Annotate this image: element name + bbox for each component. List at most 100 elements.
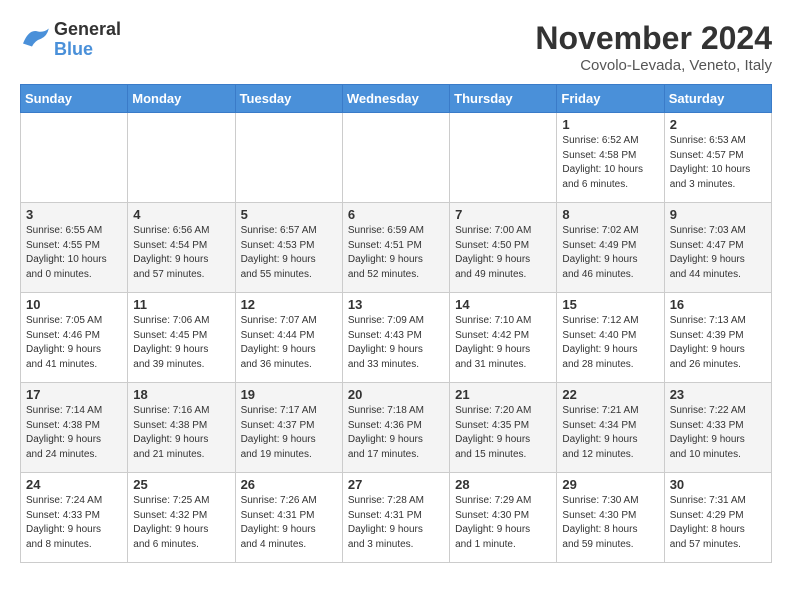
day-info: Sunrise: 7:26 AM Sunset: 4:31 PM Dayligh… bbox=[241, 494, 337, 552]
day-info: Sunrise: 7:28 AM Sunset: 4:31 PM Dayligh… bbox=[348, 494, 444, 552]
day-info: Sunrise: 7:05 AM Sunset: 4:46 PM Dayligh… bbox=[26, 314, 122, 372]
day-number: 22 bbox=[562, 387, 658, 402]
logo-bird-icon bbox=[20, 25, 50, 50]
day-info: Sunrise: 6:53 AM Sunset: 4:57 PM Dayligh… bbox=[670, 134, 766, 192]
day-info: Sunrise: 7:17 AM Sunset: 4:37 PM Dayligh… bbox=[241, 404, 337, 462]
day-info: Sunrise: 7:00 AM Sunset: 4:50 PM Dayligh… bbox=[455, 224, 551, 282]
weekday-header-monday: Monday bbox=[128, 85, 235, 113]
logo-text: General Blue bbox=[54, 20, 121, 60]
day-info: Sunrise: 6:55 AM Sunset: 4:55 PM Dayligh… bbox=[26, 224, 122, 282]
logo: General Blue bbox=[20, 20, 121, 60]
day-number: 4 bbox=[133, 207, 229, 222]
day-info: Sunrise: 7:25 AM Sunset: 4:32 PM Dayligh… bbox=[133, 494, 229, 552]
weekday-header-thursday: Thursday bbox=[450, 85, 557, 113]
weekday-header-saturday: Saturday bbox=[664, 85, 771, 113]
day-info: Sunrise: 7:06 AM Sunset: 4:45 PM Dayligh… bbox=[133, 314, 229, 372]
day-info: Sunrise: 7:29 AM Sunset: 4:30 PM Dayligh… bbox=[455, 494, 551, 552]
day-number: 5 bbox=[241, 207, 337, 222]
day-info: Sunrise: 7:12 AM Sunset: 4:40 PM Dayligh… bbox=[562, 314, 658, 372]
calendar-day-4: 4 Sunrise: 6:56 AM Sunset: 4:54 PM Daylig… bbox=[128, 203, 235, 293]
day-number: 6 bbox=[348, 207, 444, 222]
day-info: Sunrise: 6:59 AM Sunset: 4:51 PM Dayligh… bbox=[348, 224, 444, 282]
day-number: 21 bbox=[455, 387, 551, 402]
calendar-week-row: 17Sunrise: 7:14 AM Sunset: 4:38 PM Dayli… bbox=[21, 383, 772, 473]
calendar-day-8: 8 Sunrise: 7:02 AM Sunset: 4:49 PM Daylig… bbox=[557, 203, 664, 293]
day-number: 25 bbox=[133, 477, 229, 492]
calendar-day-28: 28 Sunrise: 7:29 AM Sunset: 4:30 PM Dayli… bbox=[450, 473, 557, 563]
calendar-day-20: 20 Sunrise: 7:18 AM Sunset: 4:36 PM Dayli… bbox=[342, 383, 449, 473]
calendar-day-19: 19 Sunrise: 7:17 AM Sunset: 4:37 PM Dayli… bbox=[235, 383, 342, 473]
calendar-day-empty bbox=[450, 113, 557, 203]
day-number: 11 bbox=[133, 297, 229, 312]
calendar-day-9: 9Sunrise: 7:03 AM Sunset: 4:47 PM Daylig… bbox=[664, 203, 771, 293]
day-number: 30 bbox=[670, 477, 766, 492]
calendar-day-14: 14Sunrise: 7:10 AM Sunset: 4:42 PM Dayli… bbox=[450, 293, 557, 383]
calendar-day-empty bbox=[235, 113, 342, 203]
calendar-day-10: 10 Sunrise: 7:05 AM Sunset: 4:46 PM Dayli… bbox=[21, 293, 128, 383]
day-number: 14 bbox=[455, 297, 551, 312]
calendar-week-row: 3 Sunrise: 6:55 AM Sunset: 4:55 PM Daylig… bbox=[21, 203, 772, 293]
calendar-day-6: 6 Sunrise: 6:59 AM Sunset: 4:51 PM Daylig… bbox=[342, 203, 449, 293]
day-info: Sunrise: 6:57 AM Sunset: 4:53 PM Dayligh… bbox=[241, 224, 337, 282]
calendar-day-5: 5 Sunrise: 6:57 AM Sunset: 4:53 PM Daylig… bbox=[235, 203, 342, 293]
calendar-day-13: 13 Sunrise: 7:09 AM Sunset: 4:43 PM Dayli… bbox=[342, 293, 449, 383]
calendar-day-7: 7 Sunrise: 7:00 AM Sunset: 4:50 PM Daylig… bbox=[450, 203, 557, 293]
calendar-day-23: 23Sunrise: 7:22 AM Sunset: 4:33 PM Dayli… bbox=[664, 383, 771, 473]
day-number: 24 bbox=[26, 477, 122, 492]
day-number: 16 bbox=[670, 297, 766, 312]
day-info: Sunrise: 7:18 AM Sunset: 4:36 PM Dayligh… bbox=[348, 404, 444, 462]
day-number: 29 bbox=[562, 477, 658, 492]
day-number: 10 bbox=[26, 297, 122, 312]
day-info: Sunrise: 7:02 AM Sunset: 4:49 PM Dayligh… bbox=[562, 224, 658, 282]
calendar-day-empty bbox=[21, 113, 128, 203]
day-number: 8 bbox=[562, 207, 658, 222]
day-info: Sunrise: 7:20 AM Sunset: 4:35 PM Dayligh… bbox=[455, 404, 551, 462]
day-info: Sunrise: 7:31 AM Sunset: 4:29 PM Dayligh… bbox=[670, 494, 766, 552]
day-number: 18 bbox=[133, 387, 229, 402]
calendar-day-29: 29 Sunrise: 7:30 AM Sunset: 4:30 PM Dayli… bbox=[557, 473, 664, 563]
weekday-header-sunday: Sunday bbox=[21, 85, 128, 113]
day-number: 1 bbox=[562, 117, 658, 132]
calendar-day-21: 21 Sunrise: 7:20 AM Sunset: 4:35 PM Dayli… bbox=[450, 383, 557, 473]
day-number: 13 bbox=[348, 297, 444, 312]
day-info: Sunrise: 7:24 AM Sunset: 4:33 PM Dayligh… bbox=[26, 494, 122, 552]
calendar-week-row: 1 Sunrise: 6:52 AM Sunset: 4:58 PM Daylig… bbox=[21, 113, 772, 203]
day-info: Sunrise: 6:52 AM Sunset: 4:58 PM Dayligh… bbox=[562, 134, 658, 192]
day-number: 17 bbox=[26, 387, 122, 402]
calendar-day-15: 15 Sunrise: 7:12 AM Sunset: 4:40 PM Dayli… bbox=[557, 293, 664, 383]
day-info: Sunrise: 6:56 AM Sunset: 4:54 PM Dayligh… bbox=[133, 224, 229, 282]
day-number: 28 bbox=[455, 477, 551, 492]
day-info: Sunrise: 7:22 AM Sunset: 4:33 PM Dayligh… bbox=[670, 404, 766, 462]
weekday-header-row: SundayMondayTuesdayWednesdayThursdayFrid… bbox=[21, 85, 772, 113]
day-number: 27 bbox=[348, 477, 444, 492]
day-info: Sunrise: 7:13 AM Sunset: 4:39 PM Dayligh… bbox=[670, 314, 766, 372]
day-info: Sunrise: 7:09 AM Sunset: 4:43 PM Dayligh… bbox=[348, 314, 444, 372]
day-info: Sunrise: 7:30 AM Sunset: 4:30 PM Dayligh… bbox=[562, 494, 658, 552]
day-info: Sunrise: 7:03 AM Sunset: 4:47 PM Dayligh… bbox=[670, 224, 766, 282]
calendar-table: SundayMondayTuesdayWednesdayThursdayFrid… bbox=[20, 84, 772, 563]
day-info: Sunrise: 7:07 AM Sunset: 4:44 PM Dayligh… bbox=[241, 314, 337, 372]
calendar-week-row: 10 Sunrise: 7:05 AM Sunset: 4:46 PM Dayli… bbox=[21, 293, 772, 383]
day-number: 15 bbox=[562, 297, 658, 312]
day-number: 7 bbox=[455, 207, 551, 222]
day-number: 19 bbox=[241, 387, 337, 402]
day-number: 3 bbox=[26, 207, 122, 222]
day-number: 12 bbox=[241, 297, 337, 312]
day-number: 2 bbox=[670, 117, 766, 132]
title-block: November 2024 Covolo-Levada, Veneto, Ita… bbox=[535, 20, 772, 74]
month-title: November 2024 bbox=[535, 20, 772, 57]
calendar-day-25: 25 Sunrise: 7:25 AM Sunset: 4:32 PM Dayli… bbox=[128, 473, 235, 563]
calendar-day-empty bbox=[128, 113, 235, 203]
calendar-day-16: 16 Sunrise: 7:13 AM Sunset: 4:39 PM Dayli… bbox=[664, 293, 771, 383]
weekday-header-tuesday: Tuesday bbox=[235, 85, 342, 113]
calendar-day-empty bbox=[342, 113, 449, 203]
calendar-day-24: 24 Sunrise: 7:24 AM Sunset: 4:33 PM Dayli… bbox=[21, 473, 128, 563]
location: Covolo-Levada, Veneto, Italy bbox=[535, 57, 772, 74]
calendar-day-2: 2 Sunrise: 6:53 AM Sunset: 4:57 PM Daylig… bbox=[664, 113, 771, 203]
calendar-day-3: 3 Sunrise: 6:55 AM Sunset: 4:55 PM Daylig… bbox=[21, 203, 128, 293]
calendar-day-22: 22Sunrise: 7:21 AM Sunset: 4:34 PM Dayli… bbox=[557, 383, 664, 473]
day-number: 20 bbox=[348, 387, 444, 402]
calendar-day-1: 1 Sunrise: 6:52 AM Sunset: 4:58 PM Daylig… bbox=[557, 113, 664, 203]
weekday-header-friday: Friday bbox=[557, 85, 664, 113]
calendar-day-18: 18Sunrise: 7:16 AM Sunset: 4:38 PM Dayli… bbox=[128, 383, 235, 473]
